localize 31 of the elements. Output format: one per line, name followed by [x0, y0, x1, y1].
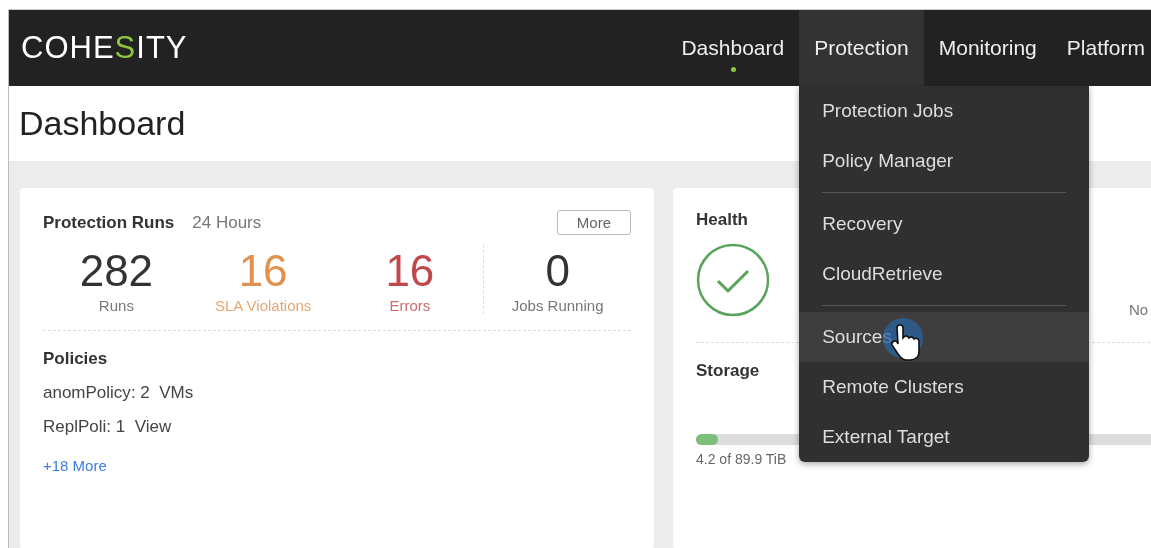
stat-label: Runs	[98, 297, 134, 314]
stat-label: No	[1129, 301, 1149, 318]
section-title: Storage	[696, 361, 760, 380]
stat-value: 16	[238, 245, 288, 297]
nav-tab[interactable]: Monitoring	[923, 10, 1052, 86]
menu-item[interactable]: Policy Manager	[799, 136, 1090, 186]
stat-label: Errors	[389, 297, 431, 314]
card-title: Health	[696, 210, 748, 229]
stat-value: 282	[79, 245, 154, 297]
nav-tab[interactable]: Protection	[799, 10, 924, 86]
storage-reading: 4.2 of 89.9 TiB	[696, 451, 788, 467]
menu-item[interactable]: Recovery	[799, 199, 1090, 249]
card-title: Protection Runs	[43, 212, 175, 233]
period-label: 24 Hours	[192, 212, 262, 233]
menu-item[interactable]: Protection Jobs	[799, 86, 1090, 136]
section-title: Policies	[43, 349, 108, 368]
more-button[interactable]: More	[556, 210, 631, 235]
policy-line: anomPolicy: 2 VMs	[43, 383, 195, 403]
menu-item[interactable]: CloudRetrieve	[799, 249, 1090, 299]
page-title: Dashboard	[19, 104, 186, 143]
stat-label: Jobs Running	[511, 297, 604, 314]
stat-label: SLA Violations	[214, 297, 312, 314]
menu-item[interactable]: External Target	[799, 412, 1090, 462]
logo: COHESITY	[21, 30, 188, 66]
stat-value: 0	[545, 245, 570, 297]
nav-tab[interactable]: Platform	[1051, 10, 1151, 86]
menu-item[interactable]: Remote Clusters	[799, 362, 1090, 412]
policy-line: ReplPoli: 1 View	[43, 417, 173, 437]
nav-tab[interactable]: Dashboard	[666, 10, 800, 86]
more-link[interactable]: +18 More	[43, 457, 107, 474]
stat-value: 16	[385, 245, 435, 297]
